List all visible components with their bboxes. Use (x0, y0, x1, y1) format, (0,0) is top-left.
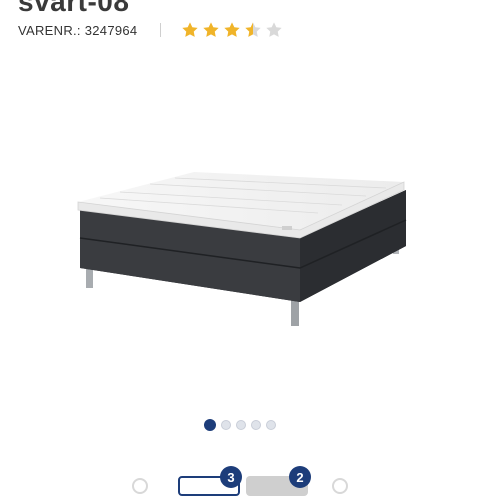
star-icon (203, 22, 220, 37)
meta-divider (160, 23, 162, 37)
product-image[interactable] (60, 150, 420, 340)
count-badge-1: 3 (220, 466, 242, 488)
pagination-dot[interactable] (251, 420, 261, 430)
gallery-pagination (0, 419, 480, 431)
pagination-dot[interactable] (204, 419, 216, 431)
pagination-dot[interactable] (266, 420, 276, 430)
pagination-dot[interactable] (236, 420, 246, 430)
pagination-dot[interactable] (221, 420, 231, 430)
bed-leg (291, 300, 299, 326)
star-icon (182, 22, 199, 37)
star-icon (224, 22, 241, 37)
carousel-right-edge[interactable] (332, 478, 348, 494)
rating-stars[interactable] (181, 21, 283, 39)
count-badge-2: 2 (289, 466, 311, 488)
carousel-left-edge[interactable] (132, 478, 148, 494)
star-icon (245, 22, 262, 37)
bottom-thumbnail-bar: 3 2 (0, 466, 480, 496)
product-meta-row: VARENR.: 3247964 (18, 20, 283, 40)
star-icon (266, 22, 283, 37)
product-title: svart-08 (18, 0, 130, 17)
boxspring-bed-image (77, 172, 407, 326)
bed-leg (86, 268, 93, 288)
sku-label: VARENR.: 3247964 (18, 22, 138, 38)
